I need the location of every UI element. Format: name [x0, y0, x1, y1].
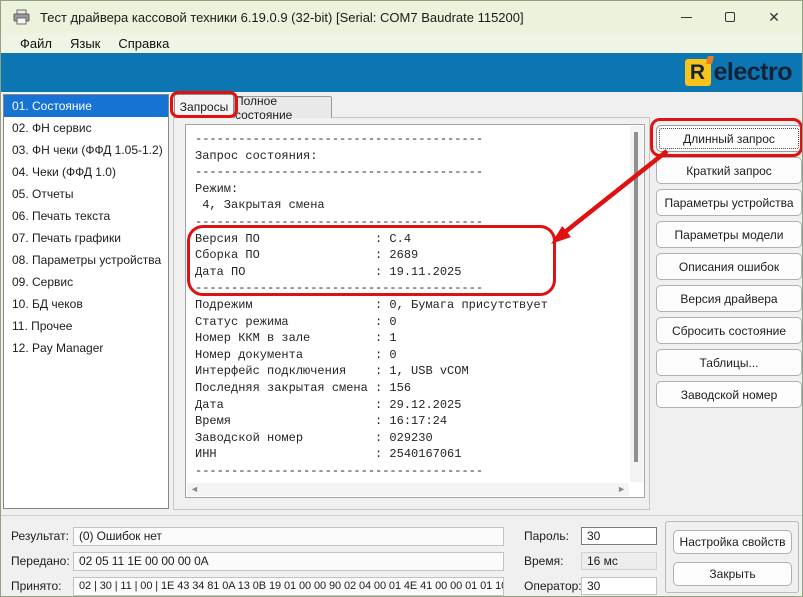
status-output-panel[interactable]: ----------------------------------------…: [185, 124, 645, 498]
sidebar-item[interactable]: 06. Печать текста: [4, 205, 168, 227]
relectro-logo: R electro: [685, 58, 792, 87]
sidebar-item[interactable]: 07. Печать графики: [4, 227, 168, 249]
app-window: Тест драйвера кассовой техники 6.19.0.9 …: [0, 0, 803, 597]
menu-item[interactable]: Язык: [61, 36, 109, 51]
operator-label: Оператор:: [524, 579, 582, 593]
terminal-line: Версия ПО : C.4: [195, 231, 628, 248]
close-icon: ✕: [768, 10, 780, 24]
terminal-line: Статус режима : 0: [195, 314, 628, 331]
sidebar-item[interactable]: 04. Чеки (ФФД 1.0): [4, 161, 168, 183]
terminal-line: Номер документа : 0: [195, 347, 628, 364]
printer-icon: [13, 9, 31, 25]
time-field: 16 мс: [581, 552, 657, 570]
maximize-icon: [725, 12, 735, 22]
terminal-line: ----------------------------------------: [195, 463, 628, 480]
vertical-scrollbar[interactable]: [630, 126, 643, 482]
terminal-line: Запрос состояния:: [195, 148, 628, 165]
sidebar-item[interactable]: 05. Отчеты: [4, 183, 168, 205]
terminal-line: Заводской номер : 029230: [195, 430, 628, 447]
minimize-button[interactable]: [664, 2, 708, 32]
action-button[interactable]: Длинный запрос: [656, 125, 802, 152]
sidebar-item[interactable]: 08. Параметры устройства: [4, 249, 168, 271]
sidebar-item[interactable]: 01. Состояние: [4, 95, 168, 117]
status-output-text: ----------------------------------------…: [195, 131, 628, 482]
action-button[interactable]: Сбросить состояние: [656, 317, 802, 344]
terminal-line: 4, Закрытая смена: [195, 197, 628, 214]
terminal-line: ----------------------------------------: [195, 280, 628, 297]
terminal-line: Последняя закрытая смена : 156: [195, 380, 628, 397]
terminal-line: Дата ПО : 19.11.2025: [195, 264, 628, 281]
tab-full-state[interactable]: Полное состояние: [234, 96, 332, 118]
password-label: Пароль:: [524, 529, 569, 543]
time-label: Время:: [524, 554, 563, 568]
action-button[interactable]: Краткий запрос: [656, 157, 802, 184]
terminal-line: ----------------------------------------: [195, 214, 628, 231]
sidebar-item[interactable]: 03. ФН чеки (ФФД 1.05-1.2): [4, 139, 168, 161]
terminal-line: Интерфейс подключения : 1, USB vCOM: [195, 363, 628, 380]
minimize-icon: [681, 17, 692, 18]
scroll-right-icon[interactable]: ►: [617, 485, 626, 494]
sent-field[interactable]: 02 05 11 1E 00 00 00 0A: [73, 552, 504, 571]
sidebar-item[interactable]: 10. БД чеков: [4, 293, 168, 315]
operator-input[interactable]: 30: [581, 577, 657, 595]
vertical-scrollbar-thumb[interactable]: [634, 132, 638, 462]
scroll-left-icon[interactable]: ◄: [190, 485, 199, 494]
received-field[interactable]: 02 | 30 | 11 | 00 | 1E 43 34 81 0A 13 0B…: [73, 577, 504, 596]
result-label: Результат:: [11, 529, 69, 543]
terminal-line: Сборка ПО : 2689: [195, 247, 628, 264]
action-button[interactable]: Описания ошибок: [656, 253, 802, 280]
logo-mark: [706, 56, 714, 64]
section-list: 01. Состояние02. ФН сервис03. ФН чеки (Ф…: [3, 94, 169, 509]
received-label: Принято:: [11, 579, 62, 593]
result-field[interactable]: (0) Ошибок нет: [73, 527, 504, 546]
terminal-line: Режим:: [195, 181, 628, 198]
tab-requests[interactable]: Запросы: [174, 94, 234, 118]
terminal-line: Время : 16:17:24: [195, 413, 628, 430]
maximize-button[interactable]: [708, 2, 752, 32]
close-button[interactable]: ✕: [752, 2, 796, 32]
sidebar-item[interactable]: 12. Pay Manager: [4, 337, 168, 359]
window-title: Тест драйвера кассовой техники 6.19.0.9 …: [40, 10, 524, 25]
menu-item[interactable]: Файл: [11, 36, 61, 51]
properties-button[interactable]: Настройка свойств: [673, 530, 792, 554]
terminal-line: Номер ККМ в зале : 1: [195, 330, 628, 347]
terminal-line: Дата : 29.12.2025: [195, 397, 628, 414]
close-app-button[interactable]: Закрыть: [673, 562, 792, 586]
sidebar-item[interactable]: 09. Сервис: [4, 271, 168, 293]
main-area: 01. Состояние02. ФН сервис03. ФН чеки (Ф…: [1, 92, 802, 515]
terminal-line: ИНН : 2540167061: [195, 446, 628, 463]
terminal-line: ----------------------------------------: [195, 164, 628, 181]
sidebar-item[interactable]: 02. ФН сервис: [4, 117, 168, 139]
menu-item[interactable]: Справка: [109, 36, 178, 51]
action-button[interactable]: Версия драйвера: [656, 285, 802, 312]
action-button[interactable]: Параметры модели: [656, 221, 802, 248]
logo-r-box: R: [685, 59, 711, 86]
logo-text: electro: [714, 58, 792, 87]
password-input[interactable]: 30: [581, 527, 657, 545]
action-button[interactable]: Таблицы...: [656, 349, 802, 376]
sent-label: Передано:: [11, 554, 70, 568]
bottom-button-group: Настройка свойств Закрыть: [665, 521, 799, 593]
brand-band: R electro: [1, 53, 802, 92]
terminal-line: Подрежим : 0, Бумага присутствует: [195, 297, 628, 314]
sidebar-item[interactable]: 11. Прочее: [4, 315, 168, 337]
action-button[interactable]: Заводской номер: [656, 381, 802, 408]
action-button[interactable]: Параметры устройства: [656, 189, 802, 216]
status-panel: Результат: (0) Ошибок нет Передано: 02 0…: [1, 515, 802, 597]
horizontal-scrollbar[interactable]: ◄ ►: [187, 483, 629, 496]
terminal-line: ----------------------------------------: [195, 131, 628, 148]
title-bar: Тест драйвера кассовой техники 6.19.0.9 …: [1, 1, 802, 33]
menu-bar: ФайлЯзыкСправка: [1, 33, 802, 53]
